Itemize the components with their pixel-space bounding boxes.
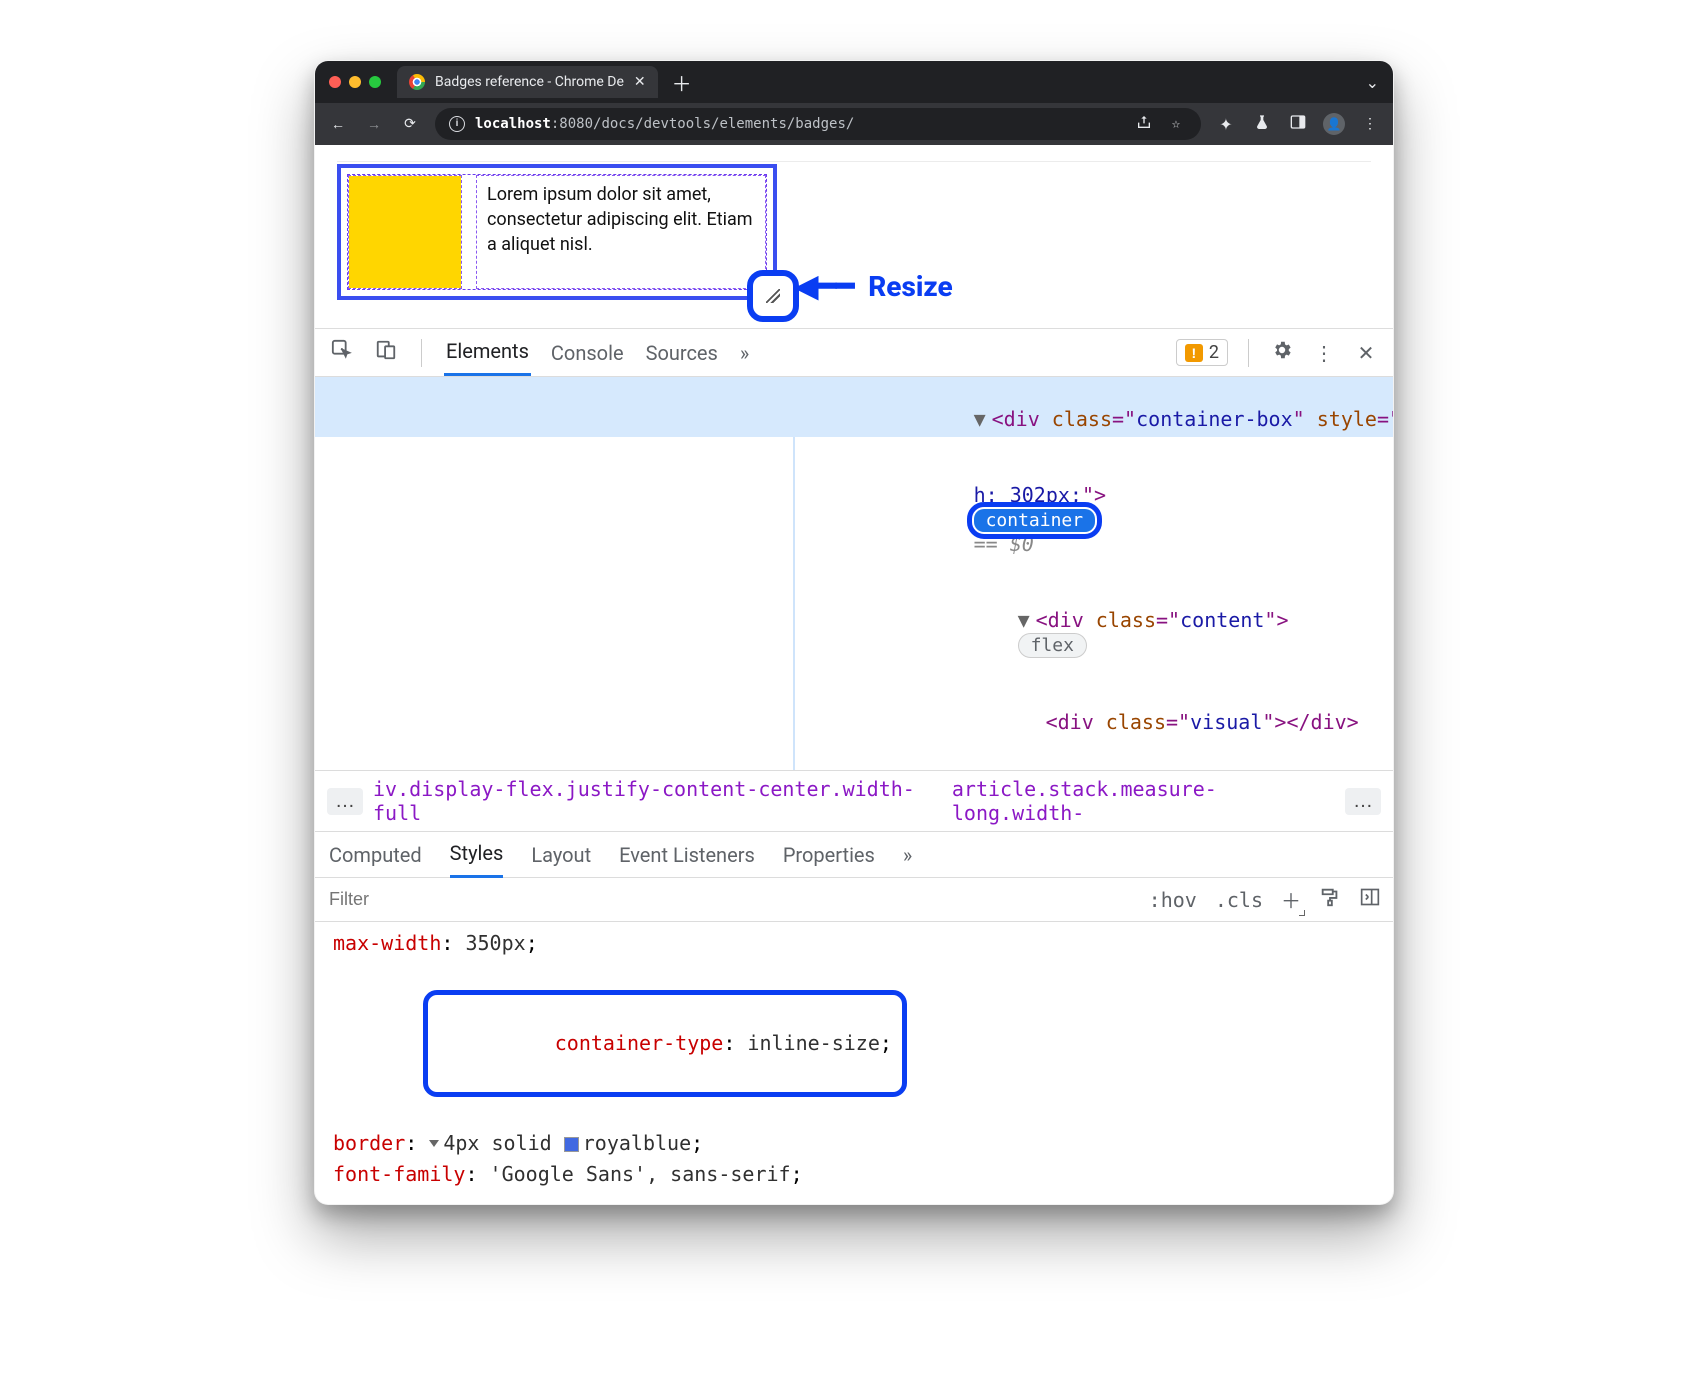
tabstrip: Badges reference - Chrome De ✕ ＋ ⌄ — [315, 61, 1393, 103]
arrow-left-icon: ◀━━ — [795, 269, 854, 304]
tab-computed[interactable]: Computed — [329, 833, 422, 877]
tab-layout[interactable]: Layout — [531, 833, 591, 877]
minimize-window-icon[interactable] — [349, 76, 361, 88]
inspect-element-icon[interactable] — [329, 339, 355, 366]
settings-icon[interactable] — [1269, 339, 1295, 366]
dom-selected-marker: == $0 — [974, 532, 1034, 556]
page-viewport: Lorem ipsum dolor sit amet, consectetur … — [315, 145, 1393, 329]
warning-icon: ! — [1185, 344, 1203, 362]
separator — [1248, 339, 1249, 367]
container-badge[interactable]: container — [974, 509, 1096, 532]
tab-styles[interactable]: Styles — [450, 831, 504, 878]
crumb-item[interactable]: iv.display-flex.justify-content-center.w… — [373, 777, 942, 825]
close-tab-icon[interactable]: ✕ — [634, 74, 646, 90]
css-declaration[interactable]: font-family: 'Google Sans', sans-serif; — [333, 1159, 1375, 1190]
tab-overflow-icon[interactable]: ⌄ — [1366, 73, 1379, 92]
paint-format-icon[interactable] — [1319, 886, 1341, 913]
css-declaration[interactable]: border: 4px solid royalblue; — [333, 1128, 1375, 1159]
devtools: Elements Console Sources » ! 2 ⋮ ✕ — [315, 329, 1393, 1204]
close-window-icon[interactable] — [329, 76, 341, 88]
crumb-item[interactable]: article.stack.measure-long.width- — [952, 777, 1335, 825]
tab-event-listeners[interactable]: Event Listeners — [619, 833, 755, 877]
zoom-window-icon[interactable] — [369, 76, 381, 88]
dom-source[interactable]: ▼<div class="container-box" style="widt … — [795, 377, 1394, 770]
devtools-toolbar: Elements Console Sources » ! 2 ⋮ ✕ — [315, 329, 1393, 377]
annotation-resize: ◀━━ Resize — [795, 269, 953, 304]
star-icon[interactable]: ☆ — [1165, 116, 1187, 132]
browser-window: Badges reference - Chrome De ✕ ＋ ⌄ ← → ⟳… — [314, 60, 1394, 1205]
browser-tab[interactable]: Badges reference - Chrome De ✕ — [397, 66, 658, 98]
side-panel-icon[interactable] — [1287, 114, 1309, 134]
container-box[interactable]: Lorem ipsum dolor sit amet, consectetur … — [337, 164, 777, 300]
separator — [421, 339, 422, 367]
new-style-rule-icon[interactable]: ＋ — [1281, 885, 1301, 914]
tab-sources[interactable]: Sources — [644, 331, 720, 375]
back-button[interactable]: ← — [327, 116, 349, 133]
new-tab-button[interactable]: ＋ — [668, 68, 696, 96]
styles-pane-tabs: Computed Styles Layout Event Listeners P… — [315, 832, 1393, 878]
styles-filter-input[interactable] — [327, 888, 1135, 911]
forward-button[interactable]: → — [363, 116, 385, 133]
resize-handle-icon[interactable] — [766, 289, 780, 303]
expand-shorthand-icon[interactable] — [429, 1140, 439, 1147]
omnibox[interactable]: i localhost:8080/docs/devtools/elements/… — [435, 108, 1201, 140]
cls-toggle[interactable]: .cls — [1215, 888, 1263, 912]
tab-more[interactable]: » — [903, 833, 912, 877]
tab-properties[interactable]: Properties — [783, 833, 875, 877]
css-declaration[interactable]: max-width: 350px; — [333, 928, 1375, 959]
site-info-icon[interactable]: i — [449, 116, 465, 132]
chrome-favicon-icon — [409, 74, 425, 90]
disclosure-triangle-icon[interactable]: ▼ — [1018, 608, 1036, 632]
css-declaration-highlight[interactable]: container-type: inline-size; — [333, 959, 1375, 1128]
annotation-label: Resize — [868, 270, 953, 303]
color-swatch-icon[interactable] — [564, 1137, 579, 1152]
crumb-overflow-right[interactable]: … — [1345, 788, 1381, 815]
tab-more[interactable]: » — [738, 331, 751, 375]
style-rules[interactable]: max-width: 350px; container-type: inline… — [315, 922, 1393, 1204]
visual-box — [349, 176, 461, 288]
window-controls — [329, 76, 381, 88]
resize-handle-highlight — [747, 270, 799, 322]
styles-filter-row: :hov .cls ＋ — [315, 878, 1393, 922]
kebab-menu-icon[interactable]: ⋮ — [1311, 341, 1337, 365]
extensions-icon[interactable]: ✦ — [1215, 115, 1237, 134]
profile-avatar[interactable]: 👤 — [1323, 113, 1345, 135]
text-box: Lorem ipsum dolor sit amet, consectetur … — [477, 176, 765, 288]
share-icon[interactable] — [1133, 114, 1155, 134]
toggle-sidebar-icon[interactable] — [1359, 887, 1381, 912]
issues-badge[interactable]: ! 2 — [1176, 339, 1228, 366]
menu-icon[interactable]: ⋮ — [1359, 116, 1381, 132]
disclosure-triangle-icon[interactable]: ▼ — [974, 407, 992, 431]
breadcrumb[interactable]: … iv.display-flex.justify-content-center… — [315, 771, 1393, 832]
hov-toggle[interactable]: :hov — [1149, 888, 1197, 912]
url-text: localhost:8080/docs/devtools/elements/ba… — [475, 116, 854, 132]
tab-elements[interactable]: Elements — [444, 329, 531, 376]
tab-title: Badges reference - Chrome De — [435, 74, 624, 90]
labs-icon[interactable] — [1251, 113, 1273, 135]
close-devtools-icon[interactable]: ✕ — [1353, 341, 1379, 365]
tab-console[interactable]: Console — [549, 331, 626, 375]
issues-count: 2 — [1209, 342, 1219, 363]
flex-badge[interactable]: flex — [1018, 633, 1087, 658]
device-toolbar-icon[interactable] — [373, 339, 399, 366]
crumb-overflow-left[interactable]: … — [327, 788, 363, 815]
toolbar: ← → ⟳ i localhost:8080/docs/devtools/ele… — [315, 103, 1393, 145]
dom-tree: ⋯ ▼<div class="container-box" style="wid… — [315, 377, 1393, 771]
reload-button[interactable]: ⟳ — [399, 116, 421, 132]
